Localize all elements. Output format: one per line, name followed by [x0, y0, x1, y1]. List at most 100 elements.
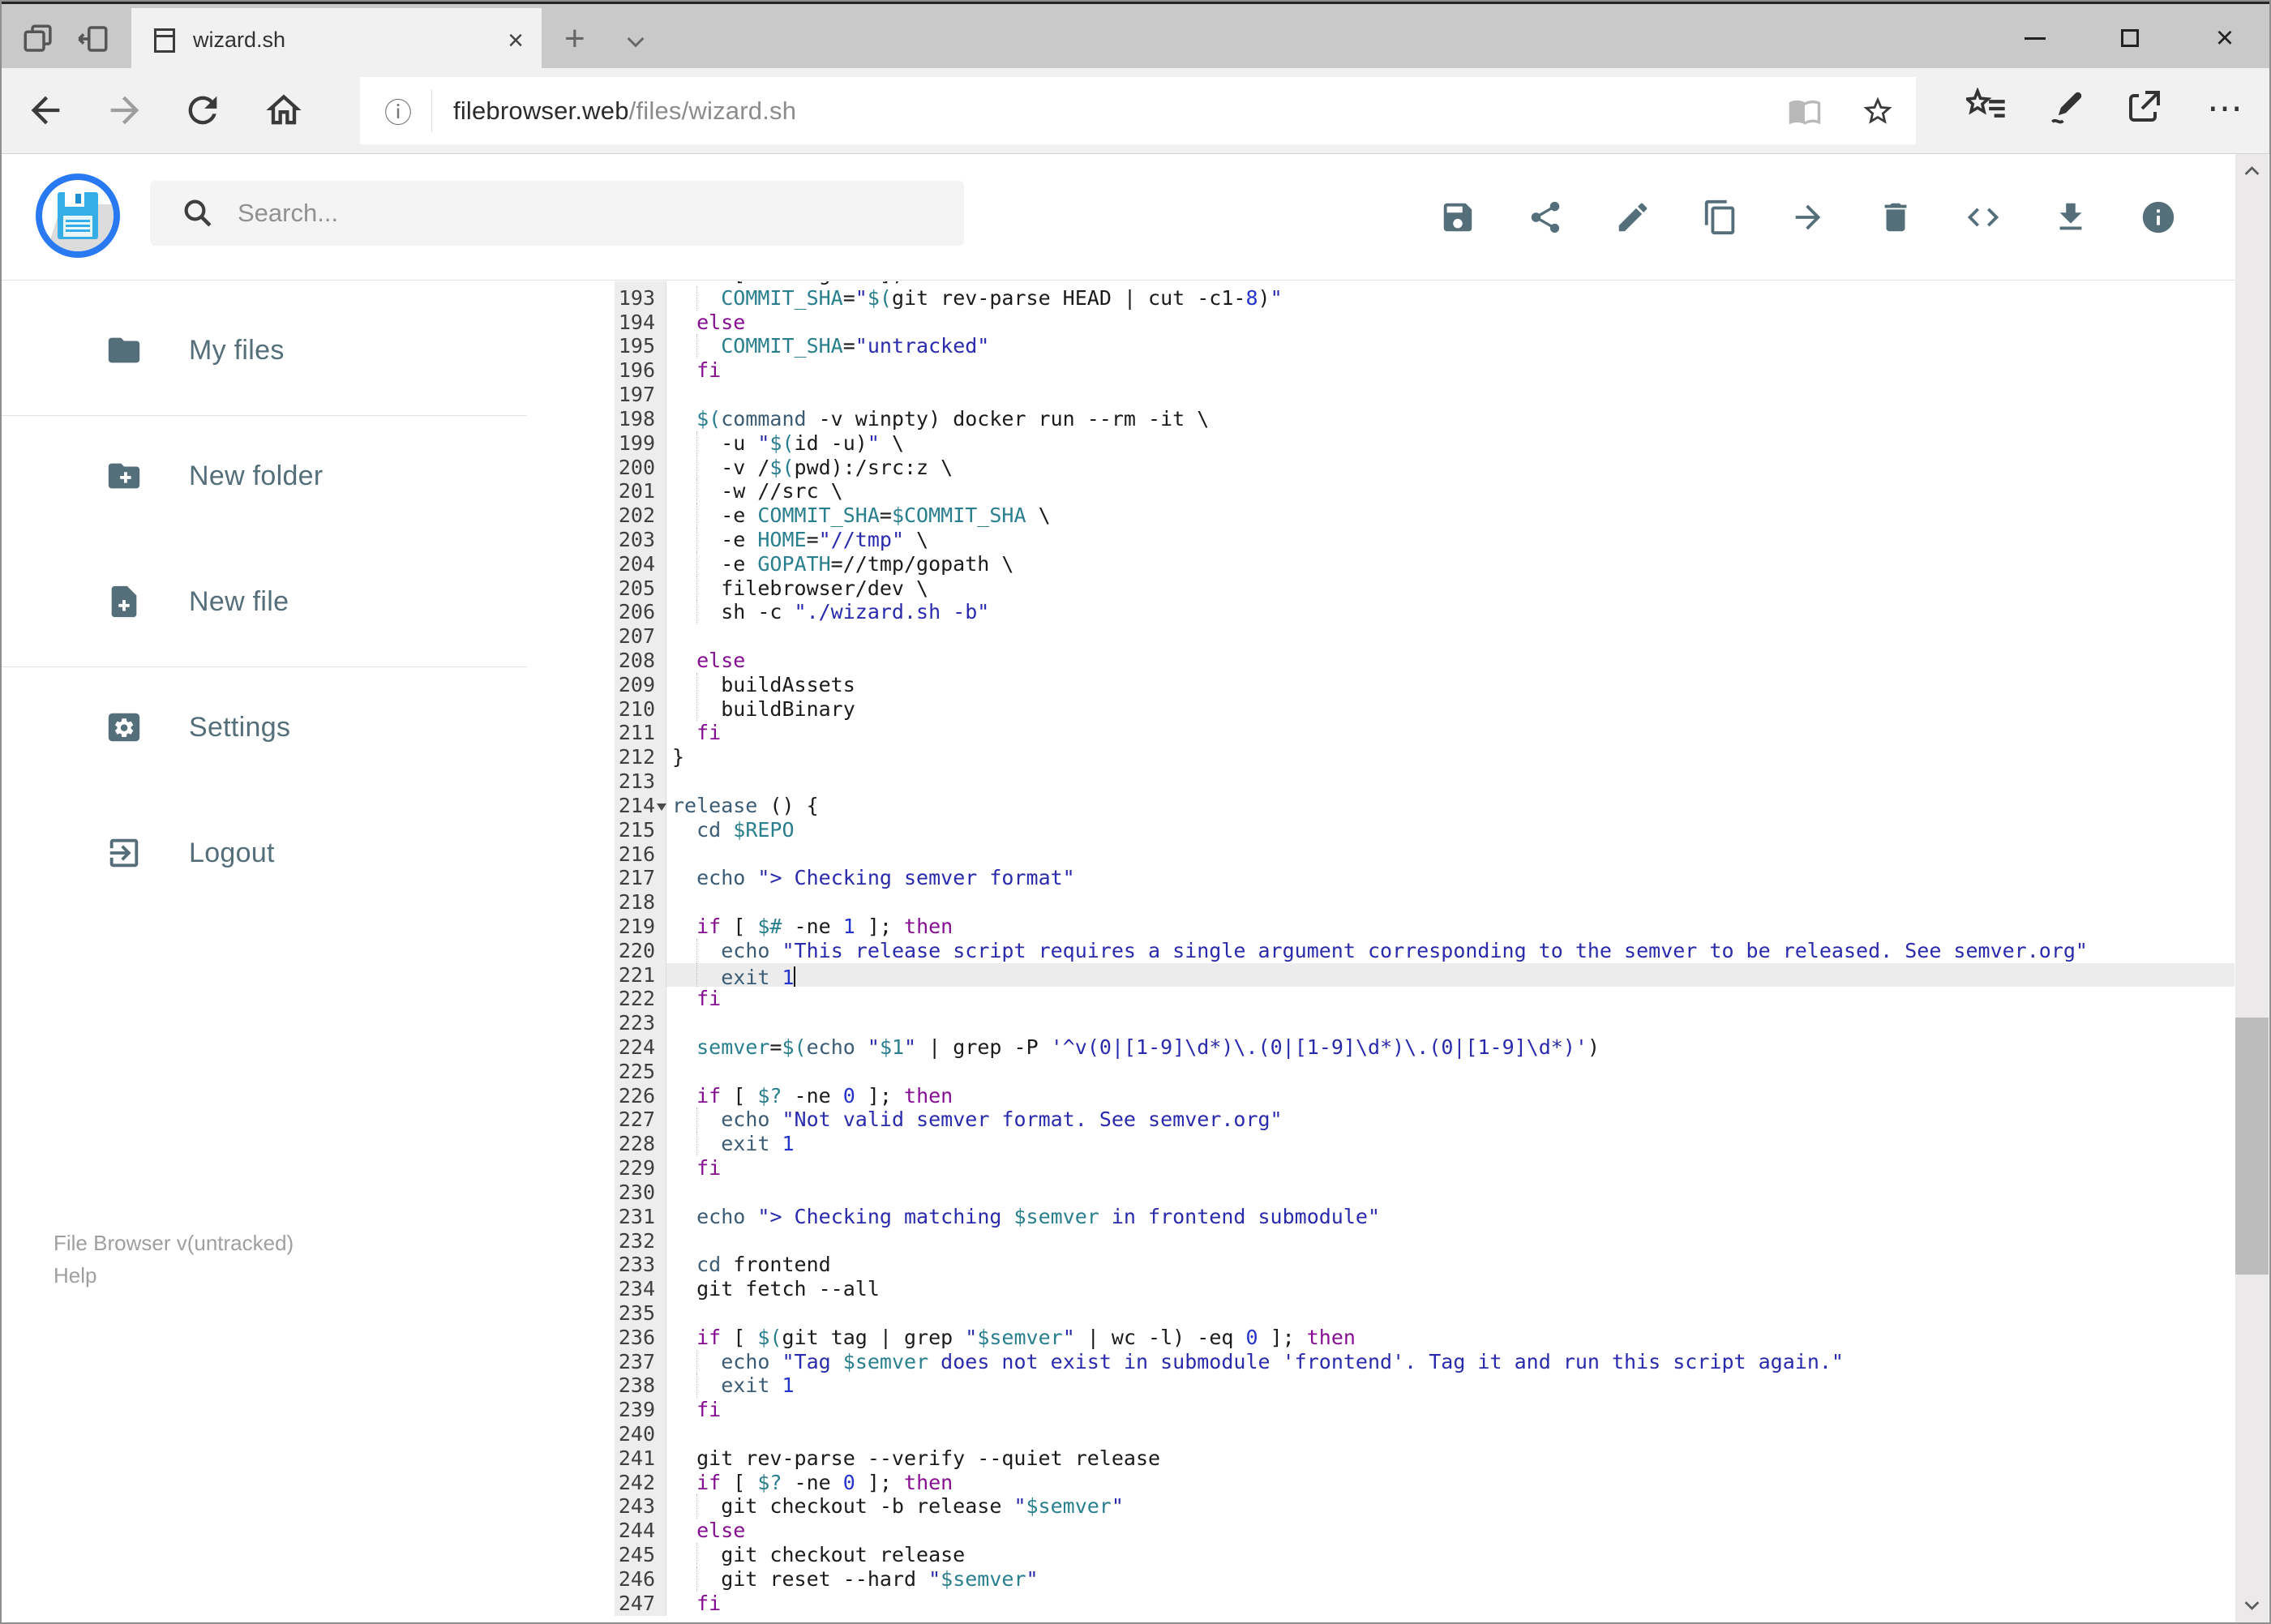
code-line[interactable]: 245 git checkout release	[615, 1543, 2235, 1567]
code-line[interactable]: 208 else	[615, 649, 2235, 673]
search-box[interactable]	[150, 181, 964, 246]
tab-preview-icon[interactable]	[21, 22, 57, 54]
help-link[interactable]: Help	[54, 1263, 96, 1288]
code-line[interactable]: 233 cd frontend	[615, 1253, 2235, 1278]
fold-marker-icon[interactable]	[657, 803, 666, 811]
page-scrollbar[interactable]	[2235, 154, 2269, 1622]
code-line[interactable]: 194 else	[615, 310, 2235, 335]
sidebar-item-new-folder[interactable]: New folder	[0, 452, 532, 500]
sidebar-item-my-files[interactable]: My files	[0, 326, 532, 375]
share-icon[interactable]	[2124, 88, 2170, 133]
code-button[interactable]	[1965, 199, 2002, 236]
back-icon[interactable]	[24, 89, 66, 131]
web-notes-pen-icon[interactable]	[2046, 88, 2091, 133]
set-tabs-aside-icon[interactable]	[76, 22, 112, 54]
code-line[interactable]: 203 -e HOME="//tmp" \	[615, 527, 2235, 552]
code-editor[interactable]: 192 if [ -d ".git" ]; then193 COMMIT_SHA…	[615, 281, 2235, 1621]
code-line[interactable]: 202 -e COMMIT_SHA=$COMMIT_SHA \	[615, 503, 2235, 528]
code-line[interactable]: 219 if [ $# -ne 1 ]; then	[615, 914, 2235, 939]
share-button[interactable]	[1527, 199, 1564, 236]
close-tab-icon[interactable]: ×	[508, 27, 524, 54]
code-line[interactable]: 198 $(command -v winpty) docker run --rm…	[615, 406, 2235, 431]
code-line[interactable]: 213	[615, 769, 2235, 794]
scroll-up-icon[interactable]	[2241, 161, 2263, 182]
favorites-hub-icon[interactable]	[1966, 88, 2012, 133]
code-line[interactable]: 227 echo "Not valid semver format. See s…	[615, 1108, 2235, 1133]
add-favorite-star-icon[interactable]	[1861, 94, 1895, 128]
sidebar-item-new-file[interactable]: New file	[0, 577, 532, 626]
code-line[interactable]: 226 if [ $? -ne 0 ]; then	[615, 1083, 2235, 1108]
download-button[interactable]	[2052, 199, 2089, 236]
close-window-button[interactable]: ×	[2188, 4, 2261, 72]
code-line[interactable]: 243 git checkout -b release "$semver"	[615, 1494, 2235, 1519]
code-line[interactable]: 232	[615, 1228, 2235, 1253]
code-line[interactable]: 235	[615, 1300, 2235, 1326]
code-line[interactable]: 217 echo "> Checking semver format"	[615, 866, 2235, 891]
new-tab-button[interactable]: +	[564, 19, 585, 59]
code-line[interactable]: 228 exit 1	[615, 1132, 2235, 1157]
code-line[interactable]: 212}	[615, 745, 2235, 770]
minimize-button[interactable]	[1999, 4, 2072, 72]
copy-button[interactable]	[1702, 199, 1739, 236]
delete-button[interactable]	[1877, 199, 1914, 236]
code-line[interactable]: 240	[615, 1422, 2235, 1446]
code-line[interactable]: 229 fi	[615, 1156, 2235, 1181]
page-info-icon[interactable]: ⓘ	[384, 91, 412, 131]
info-button[interactable]	[2140, 199, 2177, 236]
code-line[interactable]: 201 -w //src \	[615, 479, 2235, 504]
code-line[interactable]: 222 fi	[615, 987, 2235, 1012]
home-icon[interactable]	[263, 89, 305, 131]
sidebar-item-settings[interactable]: Settings	[0, 703, 532, 752]
code-line[interactable]: 199 -u "$(id -u)" \	[615, 431, 2235, 456]
code-line[interactable]: 246 git reset --hard "$semver"	[615, 1566, 2235, 1592]
code-line[interactable]: 247 fi	[615, 1591, 2235, 1616]
code-line[interactable]: 210 buildBinary	[615, 696, 2235, 722]
code-line[interactable]: 230	[615, 1180, 2235, 1205]
refresh-icon[interactable]	[182, 89, 224, 131]
reading-view-icon[interactable]	[1788, 94, 1822, 128]
move-button[interactable]	[1789, 199, 1827, 236]
code-line[interactable]: 218	[615, 890, 2235, 915]
code-line[interactable]: 206 sh -c "./wizard.sh -b"	[615, 600, 2235, 625]
search-input[interactable]	[236, 198, 904, 229]
code-line[interactable]: 195 COMMIT_SHA="untracked"	[615, 334, 2235, 359]
code-line[interactable]: 215 cd $REPO	[615, 817, 2235, 842]
more-ellipsis-icon[interactable]: ⋯	[2207, 88, 2252, 133]
maximize-button[interactable]	[2093, 4, 2166, 72]
code-line[interactable]: 214 release () {	[615, 793, 2235, 818]
scroll-down-icon[interactable]	[2241, 1594, 2263, 1616]
code-line[interactable]: 234 git fetch --all	[615, 1277, 2235, 1301]
code-line[interactable]: 205 filebrowser/dev \	[615, 576, 2235, 601]
code-line[interactable]: 225	[615, 1059, 2235, 1084]
filebrowser-logo[interactable]	[36, 174, 120, 258]
code-line[interactable]: 209 buildAssets	[615, 672, 2235, 697]
code-line[interactable]: 231 echo "> Checking matching $semver in…	[615, 1204, 2235, 1229]
code-line[interactable]: 223	[615, 1011, 2235, 1035]
code-line[interactable]: 204 -e GOPATH=//tmp/gopath \	[615, 551, 2235, 576]
code-line[interactable]: 224 semver=$(echo "$1" | grep -P '^v(0|[…	[615, 1035, 2235, 1060]
code-line[interactable]: 242 if [ $? -ne 0 ]; then	[615, 1470, 2235, 1495]
code-line[interactable]: 236 if [ $(git tag | grep "$semver" | wc…	[615, 1325, 2235, 1350]
tab-list-chevron-icon[interactable]	[623, 28, 649, 48]
code-line[interactable]: 238 exit 1	[615, 1373, 2235, 1399]
save-button[interactable]	[1439, 199, 1476, 236]
code-line[interactable]: 200 -v /$(pwd):/src:z \	[615, 455, 2235, 480]
code-line[interactable]: 244 else	[615, 1519, 2235, 1544]
code-line[interactable]: 211 fi	[615, 721, 2235, 746]
forward-icon[interactable]	[104, 89, 146, 131]
code-line[interactable]: 237 echo "Tag $semver does not exist in …	[615, 1349, 2235, 1374]
code-line[interactable]: 193 COMMIT_SHA="$(git rev-parse HEAD | c…	[615, 285, 2235, 311]
address-bar[interactable]: ⓘ filebrowser.web /files/wizard.sh	[360, 77, 1916, 144]
code-line[interactable]: 197	[615, 383, 2235, 407]
code-line[interactable]: 221 exit 1	[615, 962, 2235, 988]
scrollbar-thumb[interactable]	[2235, 1018, 2269, 1275]
code-line[interactable]: 241 git rev-parse --verify --quiet relea…	[615, 1446, 2235, 1471]
code-line[interactable]: 207	[615, 624, 2235, 649]
code-line[interactable]: 216	[615, 842, 2235, 867]
code-line[interactable]: 239 fi	[615, 1398, 2235, 1422]
code-line[interactable]: 220 echo "This release script requires a…	[615, 938, 2235, 963]
code-line[interactable]: 196 fi	[615, 358, 2235, 384]
edit-button[interactable]	[1614, 199, 1652, 236]
sidebar-item-logout[interactable]: Logout	[0, 829, 532, 877]
browser-tab[interactable]: wizard.sh ×	[131, 8, 542, 72]
